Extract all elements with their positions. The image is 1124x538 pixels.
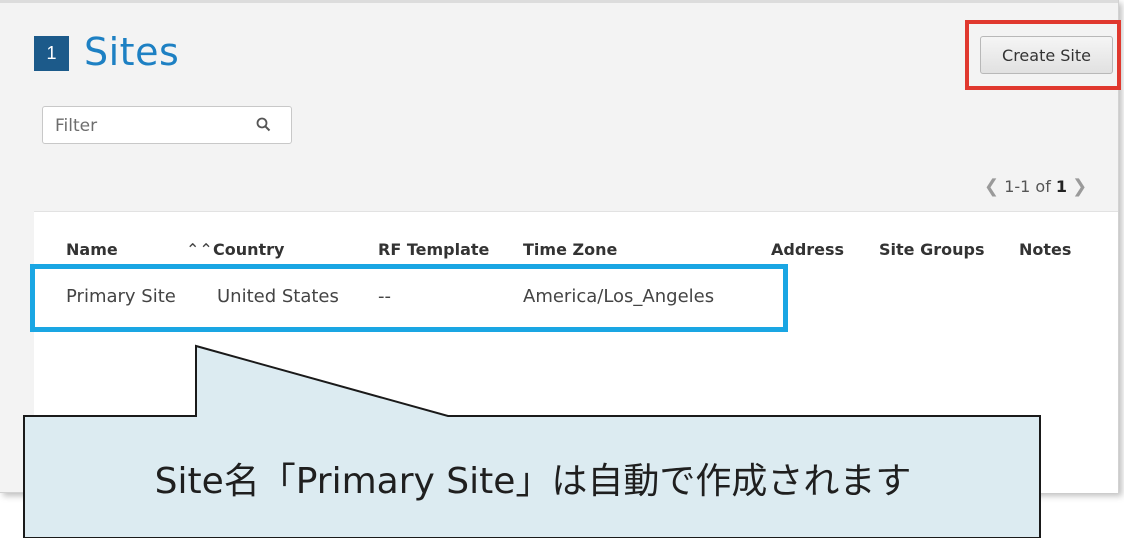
callout-text: Site名「Primary Site」は自動で作成されます xyxy=(154,461,912,502)
